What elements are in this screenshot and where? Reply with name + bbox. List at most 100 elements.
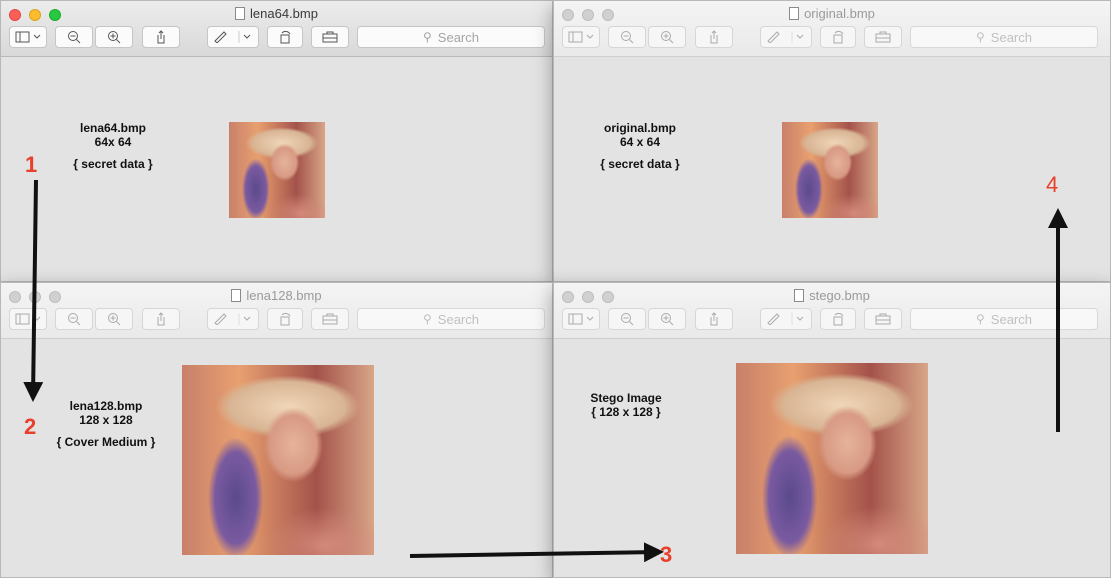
- caption-line: { 128 x 128 }: [591, 405, 661, 419]
- window-title: original.bmp: [554, 6, 1110, 21]
- share-icon: [710, 312, 718, 326]
- zoom-in-button[interactable]: [95, 26, 133, 48]
- window-original: original.bmp ⚲ Search original.bmp 64 x 6…: [553, 0, 1111, 282]
- sidebar-icon: [15, 31, 41, 43]
- window-title-text: original.bmp: [804, 6, 875, 21]
- rotate-icon: [833, 312, 844, 326]
- toolbox-icon: [875, 31, 891, 43]
- toolbar: ⚲ Search: [9, 26, 545, 48]
- titlebar[interactable]: lena128.bmp ⚲ Search: [1, 283, 552, 339]
- share-button[interactable]: [142, 26, 180, 48]
- image-caption: lena64.bmp 64x 64 { secret data }: [63, 121, 163, 171]
- document-icon: [794, 289, 805, 302]
- caption-line: { secret data }: [73, 157, 153, 171]
- rotate-button[interactable]: [820, 26, 856, 48]
- zoom-out-icon: [621, 313, 634, 326]
- share-icon: [157, 312, 165, 326]
- titlebar[interactable]: original.bmp ⚲ Search: [554, 1, 1110, 57]
- caption-line: 128 x 128: [79, 413, 133, 427]
- sidebar-icon: [568, 313, 594, 325]
- zoom-out-button[interactable]: [55, 308, 93, 330]
- lena-image: [182, 365, 374, 555]
- image-viewport: lena64.bmp 64x 64 { secret data }: [1, 57, 552, 281]
- window-title-text: stego.bmp: [809, 288, 870, 303]
- toolbox-button[interactable]: [311, 26, 349, 48]
- sidebar-icon: [15, 313, 41, 325]
- toolbox-button[interactable]: [311, 308, 349, 330]
- share-button[interactable]: [142, 308, 180, 330]
- share-button[interactable]: [695, 26, 733, 48]
- image-viewport: lena128.bmp 128 x 128 { Cover Medium }: [1, 339, 552, 577]
- caption-line: { Cover Medium }: [56, 435, 156, 449]
- pen-icon: [214, 31, 251, 43]
- search-placeholder: Search: [990, 29, 1032, 45]
- step-label-2: 2: [24, 414, 37, 439]
- share-button[interactable]: [695, 308, 733, 330]
- image-caption: Stego Image { 128 x 128 }: [576, 391, 676, 419]
- search-field[interactable]: ⚲ Search: [357, 26, 545, 48]
- image-caption: lena128.bmp 128 x 128 { Cover Medium }: [51, 399, 161, 449]
- caption-line: { secret data }: [600, 157, 680, 171]
- rotate-icon: [280, 30, 291, 44]
- sidebar-toggle-button[interactable]: [9, 308, 47, 330]
- window-title: stego.bmp: [554, 288, 1110, 303]
- image-viewport: original.bmp 64 x 64 { secret data }: [554, 57, 1110, 281]
- rotate-icon: [833, 30, 844, 44]
- caption-line: Stego Image: [590, 391, 662, 405]
- zoom-in-button[interactable]: [95, 308, 133, 330]
- sidebar-toggle-button[interactable]: [562, 26, 600, 48]
- image-caption: original.bmp 64 x 64 { secret data }: [590, 121, 690, 171]
- markup-button[interactable]: [760, 308, 812, 330]
- step-label-3: 3: [660, 542, 673, 567]
- rotate-button[interactable]: [267, 308, 303, 330]
- pen-icon: [214, 313, 251, 325]
- share-icon: [157, 30, 165, 44]
- search-placeholder: Search: [437, 311, 479, 327]
- window-title: lena64.bmp: [1, 6, 552, 21]
- markup-button[interactable]: [207, 26, 259, 48]
- search-field[interactable]: ⚲ Search: [910, 26, 1098, 48]
- zoom-out-icon: [621, 31, 634, 44]
- zoom-out-button[interactable]: [608, 26, 646, 48]
- zoom-out-button[interactable]: [55, 26, 93, 48]
- titlebar[interactable]: stego.bmp ⚲ Search: [554, 283, 1110, 339]
- markup-button[interactable]: [760, 26, 812, 48]
- window-title-text: lena64.bmp: [250, 6, 318, 21]
- zoom-in-button[interactable]: [648, 308, 686, 330]
- caption-line: original.bmp: [604, 121, 676, 135]
- search-placeholder: Search: [437, 29, 479, 45]
- zoom-out-button[interactable]: [608, 308, 646, 330]
- window-title-text: lena128.bmp: [246, 288, 322, 303]
- step-label-1: 1: [25, 152, 38, 177]
- sidebar-toggle-button[interactable]: [562, 308, 600, 330]
- window-lena128: lena128.bmp ⚲ Search lena128.bmp 128 x 12…: [0, 282, 553, 578]
- pen-icon: [767, 313, 804, 325]
- toolbox-icon: [322, 31, 338, 43]
- zoom-in-icon: [661, 31, 674, 44]
- toolbar: ⚲ Search: [562, 308, 1102, 330]
- document-icon: [231, 289, 242, 302]
- step-label-4: 4: [1046, 172, 1059, 197]
- rotate-button[interactable]: [820, 308, 856, 330]
- caption-line: 64 x 64: [619, 135, 661, 149]
- zoom-out-icon: [68, 313, 81, 326]
- document-icon: [789, 7, 800, 20]
- zoom-in-button[interactable]: [648, 26, 686, 48]
- search-placeholder: Search: [990, 311, 1032, 327]
- toolbar: ⚲ Search: [562, 26, 1102, 48]
- toolbox-button[interactable]: [864, 26, 902, 48]
- zoom-in-icon: [108, 31, 121, 44]
- window-lena64: lena64.bmp ⚲ Search lena64.bmp 64x 64 { s…: [0, 0, 553, 282]
- search-field[interactable]: ⚲ Search: [910, 308, 1098, 330]
- rotate-button[interactable]: [267, 26, 303, 48]
- search-icon: ⚲: [976, 312, 985, 326]
- search-field[interactable]: ⚲ Search: [357, 308, 545, 330]
- sidebar-toggle-button[interactable]: [9, 26, 47, 48]
- toolbox-icon: [875, 313, 891, 325]
- markup-button[interactable]: [207, 308, 259, 330]
- caption-line: lena128.bmp: [69, 399, 143, 413]
- caption-line: 64x 64: [94, 135, 132, 149]
- titlebar[interactable]: lena64.bmp ⚲ Search: [1, 1, 552, 57]
- toolbar: ⚲ Search: [9, 308, 545, 330]
- toolbox-button[interactable]: [864, 308, 902, 330]
